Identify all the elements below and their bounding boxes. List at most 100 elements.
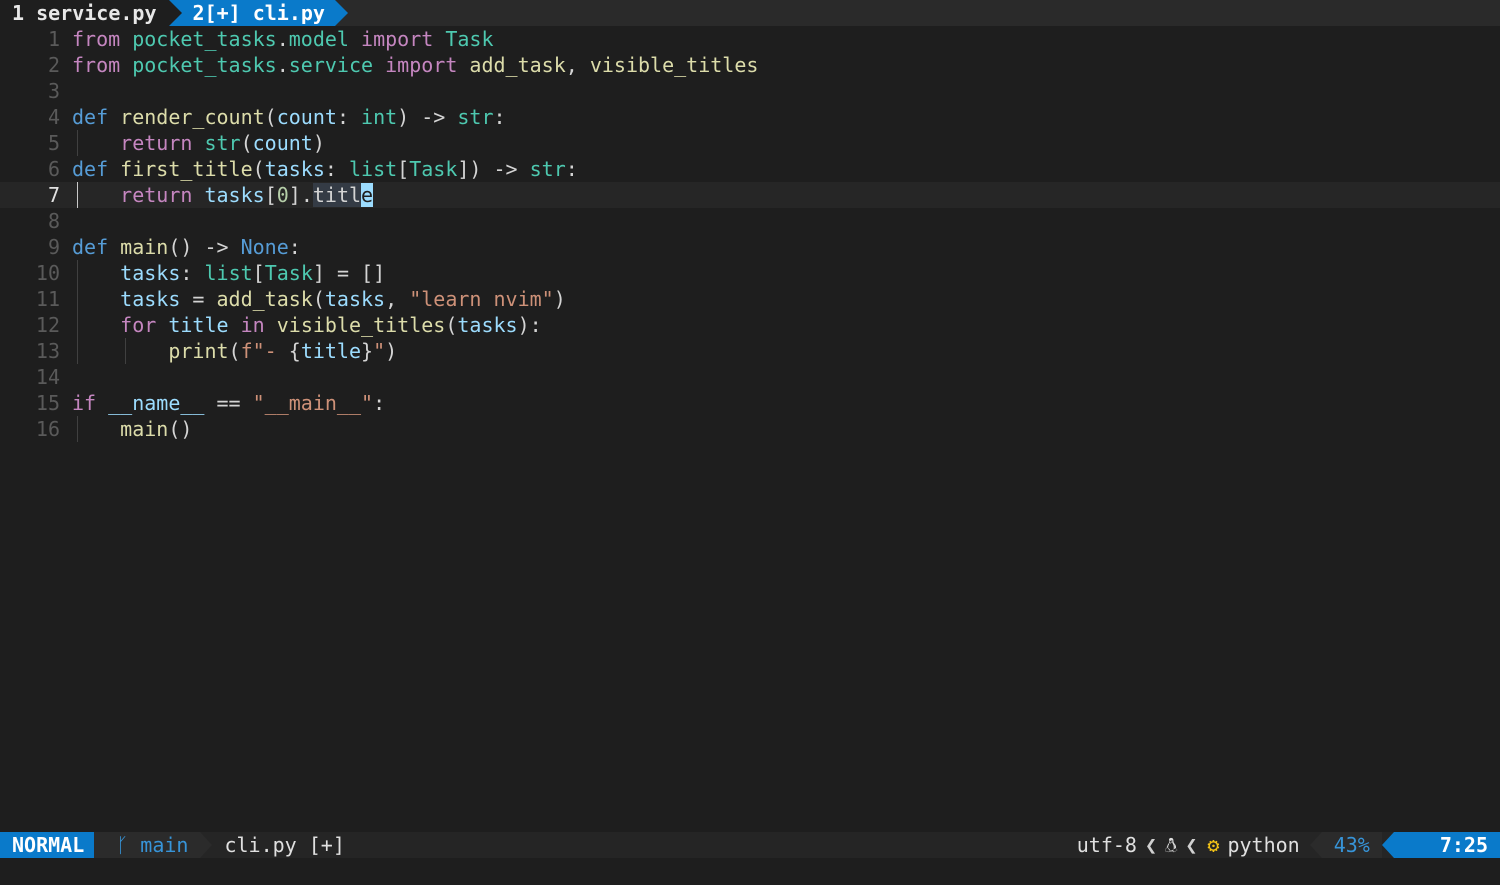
code-token: return xyxy=(120,131,193,155)
code-token: print xyxy=(168,339,229,363)
code-token: , xyxy=(385,287,410,311)
code-token: : xyxy=(373,391,386,415)
code-token: first_title xyxy=(120,157,253,181)
code-token: : xyxy=(288,235,301,259)
tab-cli-py[interactable]: 2[+] cli.py xyxy=(168,0,349,26)
code-token: " xyxy=(373,339,386,363)
code-token: visible_titles xyxy=(589,53,759,77)
code-text[interactable]: main() xyxy=(72,416,1500,442)
code-token: tasks xyxy=(120,287,181,311)
indent-guide xyxy=(77,260,78,286)
code-text[interactable]: def render_count(count: int) -> str: xyxy=(72,104,1500,130)
line-number: 1 xyxy=(47,27,60,51)
code-text[interactable]: from pocket_tasks.service import add_tas… xyxy=(72,52,1500,78)
code-line[interactable]: 16 main() xyxy=(0,416,1500,442)
code-line[interactable]: 15 if __name__ == "__main__": xyxy=(0,390,1500,416)
code-token: : xyxy=(493,105,506,129)
indent-guide xyxy=(77,130,78,156)
code-token: } xyxy=(361,339,374,363)
code-token: Task xyxy=(445,27,494,51)
tab-service-py[interactable]: 1 service.py xyxy=(0,0,181,26)
code-token: ( xyxy=(252,157,265,181)
code-line[interactable]: 5 return str(count) xyxy=(0,130,1500,156)
code-token: "__main__" xyxy=(252,391,374,415)
code-token: = xyxy=(180,287,217,311)
code-text[interactable]: tasks: list[Task] = [] xyxy=(72,260,1500,286)
code-line[interactable]: 9 def main() -> None: xyxy=(0,234,1500,260)
code-token: return xyxy=(120,183,193,207)
line-number: 16 xyxy=(35,417,60,441)
code-token: . xyxy=(276,53,289,77)
code-text[interactable] xyxy=(72,78,1500,104)
command-line[interactable] xyxy=(0,858,1500,885)
code-line[interactable]: 6 def first_title(tasks: list[Task]) -> s… xyxy=(0,156,1500,182)
code-token: ) xyxy=(312,131,325,155)
code-line[interactable]: 4 def render_count(count: int) -> str: xyxy=(0,104,1500,130)
code-text[interactable]: def first_title(tasks: list[Task]) -> st… xyxy=(72,156,1500,182)
code-token: ): xyxy=(517,313,542,337)
code-token: tasks xyxy=(457,313,518,337)
git-branch: ᚴ main xyxy=(94,832,213,858)
code-token: def xyxy=(72,235,109,259)
code-line[interactable]: 7 return tasks[0].title xyxy=(0,182,1500,208)
line-number: 15 xyxy=(35,391,60,415)
code-line[interactable]: 2 from pocket_tasks.service import add_ta… xyxy=(0,52,1500,78)
code-text[interactable]: return tasks[0].title xyxy=(72,182,1500,208)
code-token: main xyxy=(120,417,169,441)
code-token: add_task xyxy=(216,287,313,311)
code-token: : xyxy=(565,157,578,181)
code-token: int xyxy=(361,105,398,129)
code-token: in xyxy=(240,313,265,337)
line-number: 10 xyxy=(35,261,60,285)
code-token: 0 xyxy=(276,183,289,207)
indent-guide xyxy=(77,416,78,442)
line-number: 7 xyxy=(47,183,60,207)
code-line[interactable]: 10 tasks: list[Task] = [] xyxy=(0,260,1500,286)
code-token: def xyxy=(72,105,109,129)
line-number: 5 xyxy=(47,131,60,155)
code-token: add_task xyxy=(469,53,566,77)
code-token: str xyxy=(529,157,566,181)
code-text[interactable]: return str(count) xyxy=(72,130,1500,156)
code-token: [ xyxy=(252,261,265,285)
file-type: python xyxy=(1227,833,1300,857)
indent-guide xyxy=(77,182,78,208)
code-token: () -> xyxy=(168,235,241,259)
code-line[interactable]: 11 tasks = add_task(tasks, "learn nvim") xyxy=(0,286,1500,312)
code-line[interactable]: 13 print(f"- {title}") xyxy=(0,338,1500,364)
code-text[interactable]: print(f"- {title}") xyxy=(72,338,1500,364)
code-text[interactable]: from pocket_tasks.model import Task xyxy=(72,26,1500,52)
branch-name: main xyxy=(140,833,189,857)
indent-guide xyxy=(77,338,78,364)
code-line[interactable]: 8 xyxy=(0,208,1500,234)
code-text[interactable]: def main() -> None: xyxy=(72,234,1500,260)
code-line[interactable]: 14 xyxy=(0,364,1500,390)
code-token: str xyxy=(204,131,241,155)
scroll-percent: 43% xyxy=(1309,832,1382,858)
code-token: ( xyxy=(228,339,241,363)
code-token: title xyxy=(300,339,362,363)
code-line[interactable]: 12 for title in visible_titles(tasks): xyxy=(0,312,1500,338)
code-text[interactable]: tasks = add_task(tasks, "learn nvim") xyxy=(72,286,1500,312)
code-line[interactable]: 3 xyxy=(0,78,1500,104)
code-token: str xyxy=(457,105,494,129)
code-token: visible_titles xyxy=(276,313,446,337)
code-token: import xyxy=(385,53,458,77)
code-line[interactable]: 1 from pocket_tasks.model import Task xyxy=(0,26,1500,52)
code-text[interactable]: for title in visible_titles(tasks): xyxy=(72,312,1500,338)
code-token: from xyxy=(72,53,121,77)
editor-buffer[interactable]: 1 from pocket_tasks.model import Task 2 fro… xyxy=(0,26,1500,832)
code-text[interactable] xyxy=(72,364,1500,390)
code-token: ) xyxy=(385,339,398,363)
code-text[interactable] xyxy=(72,208,1500,234)
code-token: ( xyxy=(445,313,458,337)
code-token: () xyxy=(168,417,193,441)
code-text[interactable]: if __name__ == "__main__": xyxy=(72,390,1500,416)
